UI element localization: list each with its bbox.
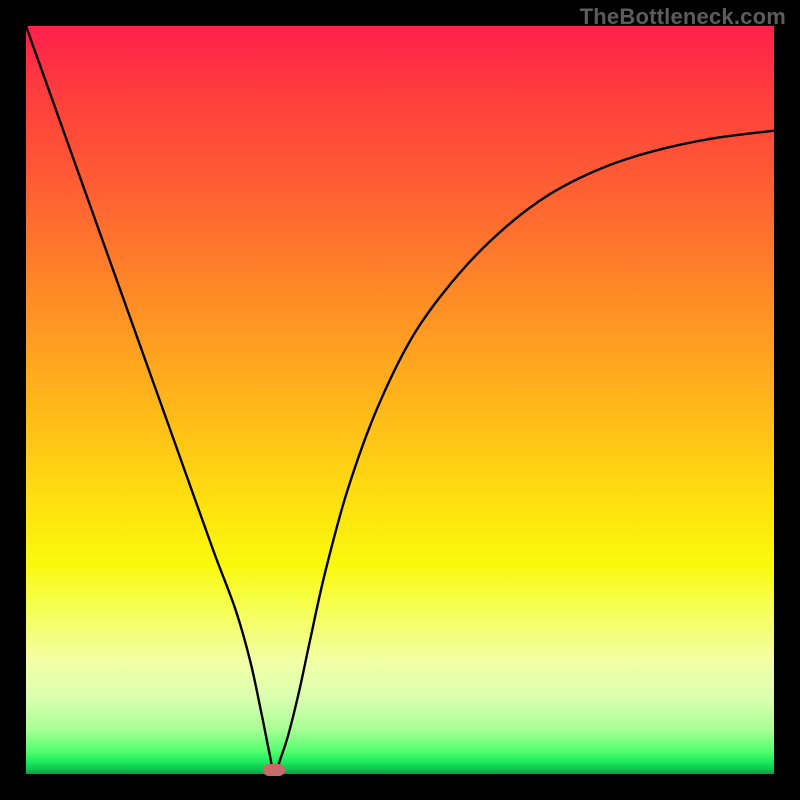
- chart-frame: TheBottleneck.com: [0, 0, 800, 800]
- optimal-point-marker: [263, 764, 285, 776]
- bottleneck-curve: [26, 26, 774, 774]
- plot-area: [26, 26, 774, 774]
